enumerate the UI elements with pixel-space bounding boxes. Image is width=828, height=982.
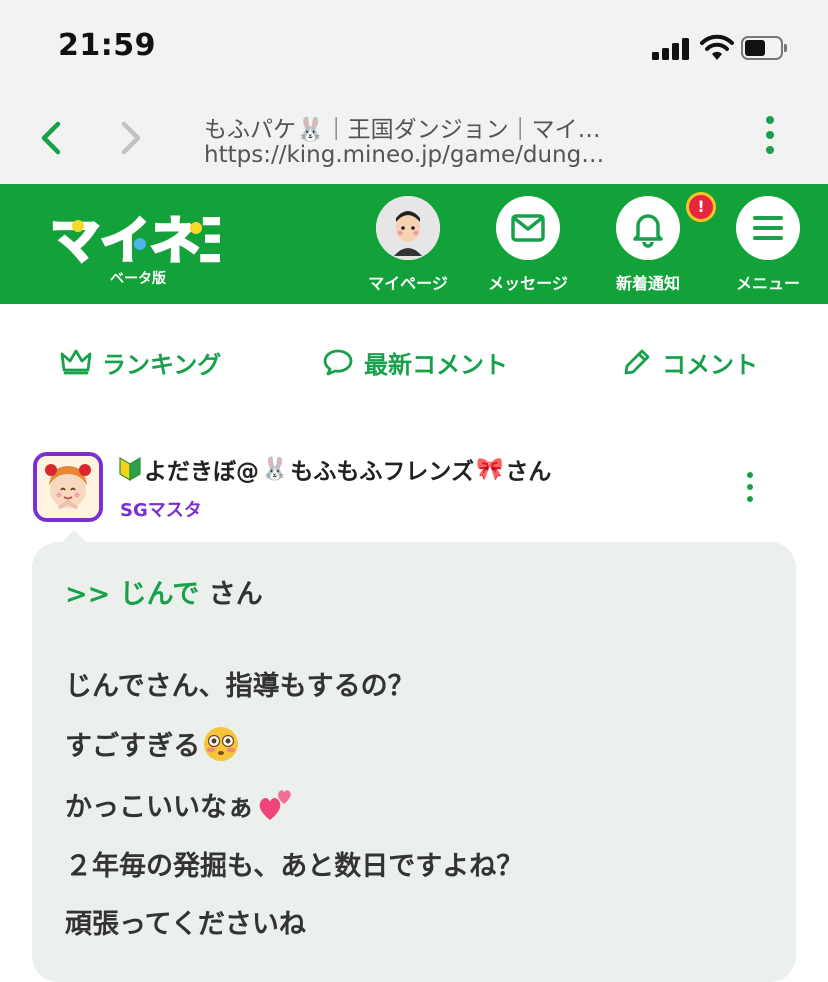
comment-more-icon[interactable]: [744, 472, 756, 508]
speech-bubble-icon: [323, 349, 353, 376]
browser-toolbar: もふパケ🐰｜王国ダンジョン｜マイ… https://king.mineo.jp/…: [0, 92, 828, 184]
pencil-icon: [624, 349, 650, 375]
back-arrow-icon[interactable]: [32, 116, 72, 160]
comment-text: かっこいいなぁ: [65, 791, 254, 823]
tab-ranking-label: ランキング: [102, 350, 222, 379]
two-hearts-icon: [259, 790, 291, 820]
tab-comment[interactable]: コメント: [622, 342, 758, 382]
beta-label: ベータ版: [110, 271, 166, 287]
messages-button[interactable]: メッセージ: [473, 196, 583, 296]
hamburger-icon: [736, 196, 800, 260]
commenter-name[interactable]: よだきぼ@ 🐰 もふもふフレンズ 🎀 さん: [118, 452, 551, 486]
comment-line: 頑張ってくださいね: [65, 902, 306, 941]
comment-line: すごすぎる: [65, 724, 240, 763]
comment-text: じんでさん、指導もするの？: [65, 671, 415, 702]
mypage-button[interactable]: マイページ: [353, 196, 463, 296]
messages-label: メッセージ: [488, 274, 568, 293]
tab-comment-label: コメント: [662, 350, 758, 379]
commenter-name-part2: もふもふフレンズ: [290, 459, 474, 485]
notifications-button[interactable]: ! 新着通知: [593, 192, 716, 296]
commenter-avatar[interactable]: [33, 452, 103, 522]
notifications-label: 新着通知: [615, 274, 680, 293]
commenter-name-part1: よだきぼ@: [144, 459, 259, 485]
tab-latest-comments-label: 最新コメント: [364, 350, 508, 379]
reply-mention[interactable]: >> じんで さん: [65, 572, 263, 611]
page-url[interactable]: https://king.mineo.jp/game/dung…: [204, 142, 634, 168]
ribbon-icon: 🎀: [475, 456, 504, 482]
rabbit-icon: 🐰: [261, 456, 289, 482]
browser-more-icon[interactable]: [754, 116, 786, 160]
cellular-signal-icon: [652, 38, 690, 60]
forward-arrow-icon[interactable]: [110, 116, 150, 160]
site-header: マイネ王 ベータ版 マイページ メッセージ: [0, 184, 828, 304]
comment-line: じんでさん、指導もするの？: [65, 664, 415, 703]
flushed-face-icon: [204, 726, 239, 761]
page-title: もふパケ🐰｜王国ダンジョン｜マイ…: [204, 117, 601, 143]
comment-text: すごすぎる: [65, 731, 201, 762]
reply-to-name[interactable]: >> じんで: [65, 579, 199, 610]
tab-ranking[interactable]: ランキング: [60, 342, 221, 382]
main-content: ランキング 最新コメント コメント よだきぼ@ 🐰 もふもふフレンズ 🎀 さん …: [0, 304, 828, 982]
menu-label: メニュー: [735, 274, 800, 293]
wifi-icon: [700, 34, 734, 60]
status-time: 21:59: [58, 28, 156, 63]
commenter-name-suffix: さん: [505, 459, 552, 485]
envelope-icon: [496, 196, 560, 260]
battery-icon: [741, 36, 787, 60]
comment-text: ２年毎の発掘も、あと数日ですよね？: [65, 851, 524, 882]
notification-badge: !: [686, 192, 716, 222]
crown-icon: [60, 349, 92, 375]
commenter-rank: SGマスタ: [120, 500, 202, 521]
reply-suffix: さん: [199, 579, 263, 610]
status-bar: 21:59: [0, 0, 828, 92]
mypage-label: マイページ: [368, 274, 448, 293]
comment-text: 頑張ってくださいね: [65, 909, 306, 940]
bell-icon: !: [616, 192, 716, 260]
beginner-mark-icon: [119, 456, 141, 482]
comment-line: かっこいいなぁ: [65, 784, 296, 824]
user-avatar: [376, 196, 440, 260]
tab-latest-comments[interactable]: 最新コメント: [322, 342, 508, 382]
comment-line: ２年毎の発掘も、あと数日ですよね？: [65, 844, 523, 883]
menu-button[interactable]: メニュー: [713, 196, 823, 296]
